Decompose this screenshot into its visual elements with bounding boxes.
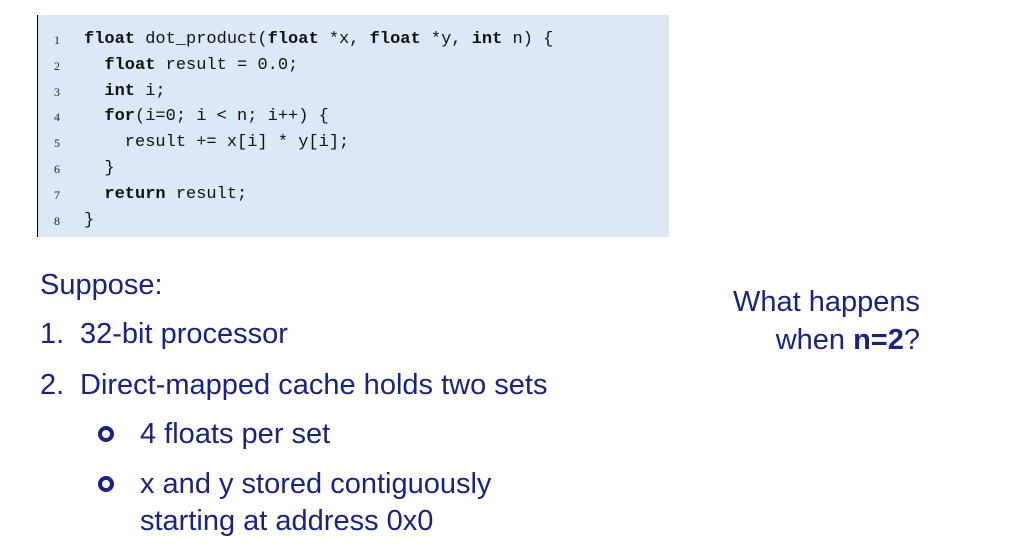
line-number: 4	[54, 110, 60, 125]
list-text-1: 32-bit processor	[80, 318, 288, 350]
code-keyword: float	[369, 30, 421, 49]
line-number: 6	[54, 162, 60, 176]
line-number: 5	[54, 136, 60, 151]
suppose-heading: Suppose:	[40, 269, 163, 301]
code-text: }	[84, 156, 115, 182]
list-item-2: 2. Direct-mapped cache holds two sets	[40, 368, 547, 402]
code-line: 1 float dot_product(float *x, float *y, i…	[38, 27, 669, 53]
code-token: (i=0; i < n; i++) {	[135, 107, 329, 127]
code-text: result += x[i] * y[i];	[84, 130, 349, 156]
code-text: float dot_product(float *x, float *y, in…	[84, 27, 553, 53]
code-token: *x,	[318, 30, 370, 49]
list-item-1: 1. 32-bit processor	[40, 317, 288, 351]
code-line: 8}	[38, 208, 669, 234]
sub-item-2-line-2: starting at address 0x0	[140, 505, 434, 537]
code-keyword: for	[104, 107, 136, 127]
code-text: for(i=0; i < n; i++) {	[84, 104, 329, 130]
code-token: result = 0.0;	[155, 55, 299, 75]
question-variable: n=2	[853, 324, 904, 356]
code-keyword: int	[471, 30, 503, 49]
list-number-2: 2.	[40, 369, 65, 401]
code-keyword: return	[104, 184, 166, 204]
question-line-1: What happens	[732, 286, 920, 318]
line-number: 1	[54, 33, 60, 47]
line-number: 2	[54, 58, 60, 73]
line-number: 8	[54, 213, 60, 228]
code-token: i;	[135, 81, 166, 101]
code-text: float result = 0.0;	[84, 53, 298, 79]
code-text: return result;	[84, 182, 247, 208]
code-keyword: float	[104, 55, 156, 75]
code-text: int i;	[84, 79, 166, 105]
question-prefix: when	[775, 324, 854, 356]
code-line: 6 }	[38, 156, 669, 182]
bullet-icon	[98, 426, 114, 442]
code-token: }	[84, 210, 95, 230]
code-token: *y,	[420, 30, 472, 49]
code-line: 2 float result = 0.0;	[38, 53, 669, 79]
line-number: 3	[54, 84, 60, 99]
code-line: 7 return result;	[38, 182, 669, 208]
code-token: result += x[i] * y[i];	[84, 133, 350, 153]
list-number-1: 1.	[40, 318, 65, 350]
bullet-icon	[98, 476, 114, 492]
line-number: 7	[54, 187, 60, 202]
code-token: }	[84, 159, 115, 178]
question-suffix: ?	[903, 324, 920, 356]
question-line-2: when n=2?	[700, 321, 920, 359]
code-line: 5 result += x[i] * y[i];	[38, 130, 669, 156]
code-line: 3 int i;	[38, 79, 669, 105]
code-keyword: int	[104, 81, 136, 101]
code-token: result;	[165, 184, 248, 204]
question-note: What happens when n=2?	[700, 283, 920, 359]
list-text-2: Direct-mapped cache holds two sets	[80, 369, 548, 401]
sub-item-2-line-1: x and y stored contiguously	[140, 468, 492, 500]
code-keyword: float	[267, 30, 319, 49]
code-listing: 1 float dot_product(float *x, float *y, i…	[37, 15, 669, 237]
code-keyword: float	[84, 30, 136, 49]
sub-item-1: 4 floats per set	[140, 418, 331, 450]
code-token: dot_product(	[135, 30, 268, 49]
code-line: 4 for(i=0; i < n; i++) {	[38, 104, 669, 130]
code-text: }	[84, 208, 94, 234]
code-token: n) {	[502, 30, 554, 49]
